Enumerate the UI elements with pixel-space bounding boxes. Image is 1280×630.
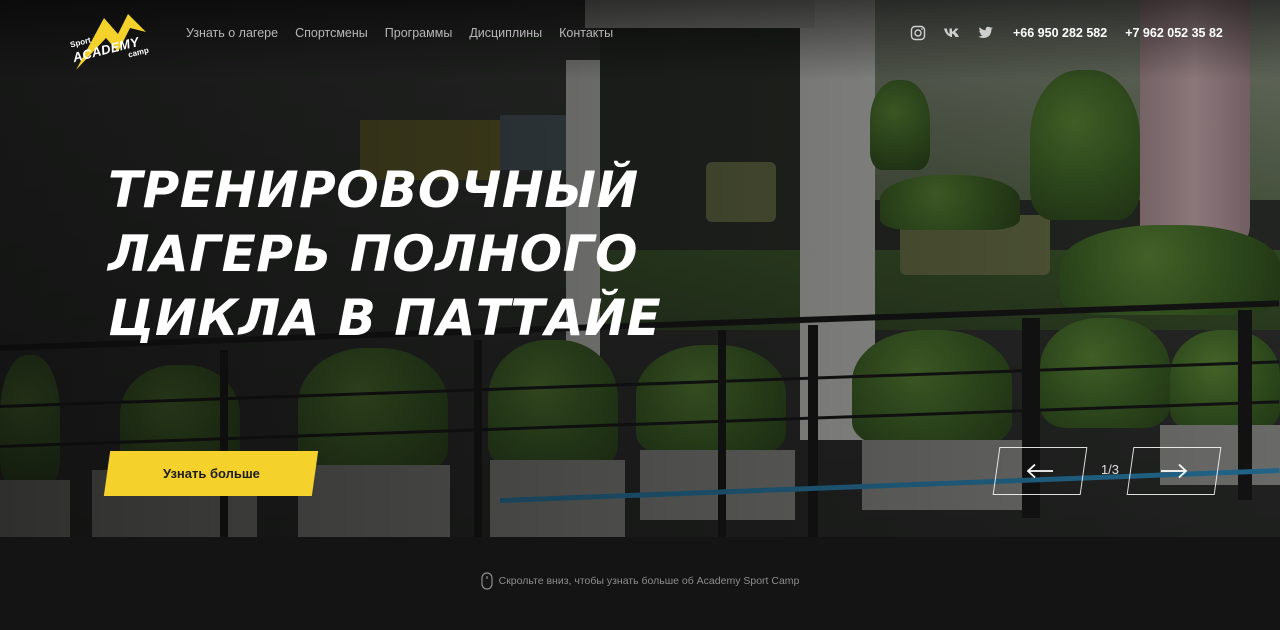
learn-more-button[interactable]: Узнать больше [103, 451, 319, 496]
hero-title: ТРЕНИРОВОЧНЫЙ ЛАГЕРЬ ПОЛНОГО ЦИКЛА В ПАТ… [108, 158, 748, 350]
nav-item-programs[interactable]: Программы [385, 26, 453, 40]
slider-counter: 1/3 [1100, 462, 1120, 477]
nav-item-disciplines[interactable]: Дисциплины [469, 26, 542, 40]
logo[interactable]: Sport ACADEMY camp [66, 12, 156, 76]
arrow-left-icon [1026, 463, 1053, 479]
instagram-icon[interactable] [908, 23, 928, 43]
mouse-icon [481, 572, 493, 590]
phone-russia[interactable]: +7 962 052 35 82 [1125, 26, 1223, 40]
hero-title-line: ЛАГЕРЬ ПОЛНОГО [108, 225, 638, 283]
slider-prev-button[interactable] [992, 447, 1088, 495]
hero-title-line: ЦИКЛА В ПАТТАЙЕ [108, 289, 662, 347]
nav-item-about[interactable]: Узнать о лагере [186, 26, 278, 40]
nav-item-contacts[interactable]: Контакты [559, 26, 613, 40]
slider-next-button[interactable] [1126, 447, 1222, 495]
vk-icon[interactable] [942, 23, 962, 43]
learn-more-label: Узнать больше [162, 466, 260, 481]
hero-top-shade [0, 0, 1280, 80]
arrow-right-icon [1161, 463, 1188, 479]
twitter-icon[interactable] [976, 23, 996, 43]
scroll-hint: Скрольте вниз, чтобы узнать больше об Ac… [0, 572, 1280, 590]
phone-numbers: +66 950 282 582 +7 962 052 35 82 [1013, 26, 1223, 40]
nav-item-athletes[interactable]: Спортсмены [295, 26, 368, 40]
phone-thailand[interactable]: +66 950 282 582 [1013, 26, 1107, 40]
hero-title-line: ТРЕНИРОВОЧНЫЙ [108, 161, 639, 219]
scroll-hint-text: Скрольте вниз, чтобы узнать больше об Ac… [498, 575, 800, 587]
social-links [908, 23, 996, 43]
main-nav: Узнать о лагере Спортсмены Программы Дис… [186, 26, 613, 40]
